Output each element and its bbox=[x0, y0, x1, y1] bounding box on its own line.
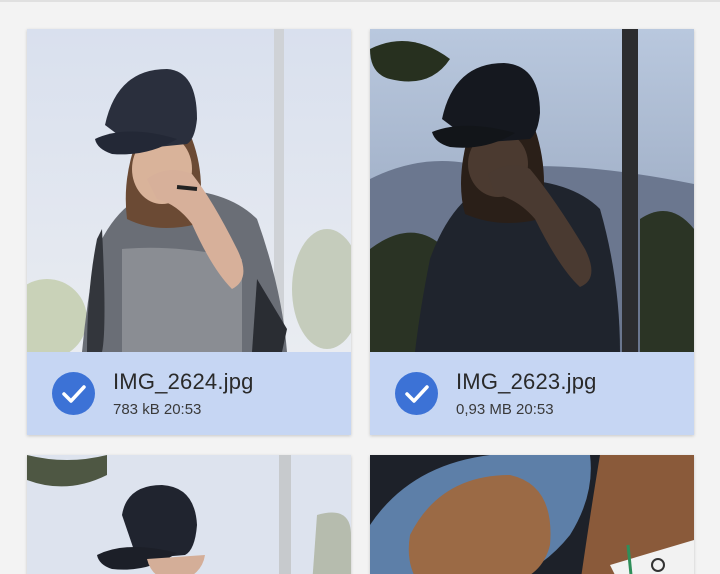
file-name: IMG_2624.jpg bbox=[113, 369, 254, 394]
image-thumbnail bbox=[370, 455, 694, 574]
file-info-bar: IMG_2623.jpg 0,93 MB 20:53 bbox=[370, 352, 694, 435]
image-thumbnail bbox=[27, 29, 351, 352]
image-thumbnail bbox=[27, 455, 351, 574]
file-info-bar: IMG_2624.jpg 783 kB 20:53 bbox=[27, 352, 351, 435]
file-card[interactable] bbox=[370, 455, 694, 574]
file-card[interactable]: IMG_2624.jpg 783 kB 20:53 bbox=[27, 29, 351, 435]
file-card[interactable]: IMG_2623.jpg 0,93 MB 20:53 bbox=[370, 29, 694, 435]
check-circle-icon[interactable] bbox=[52, 372, 95, 415]
file-size-time: 0,93 MB 20:53 bbox=[456, 401, 554, 418]
file-card[interactable] bbox=[27, 455, 351, 574]
top-divider bbox=[0, 0, 720, 2]
image-thumbnail bbox=[370, 29, 694, 352]
check-circle-icon[interactable] bbox=[395, 372, 438, 415]
file-name: IMG_2623.jpg bbox=[456, 369, 597, 394]
file-size-time: 783 kB 20:53 bbox=[113, 401, 202, 418]
